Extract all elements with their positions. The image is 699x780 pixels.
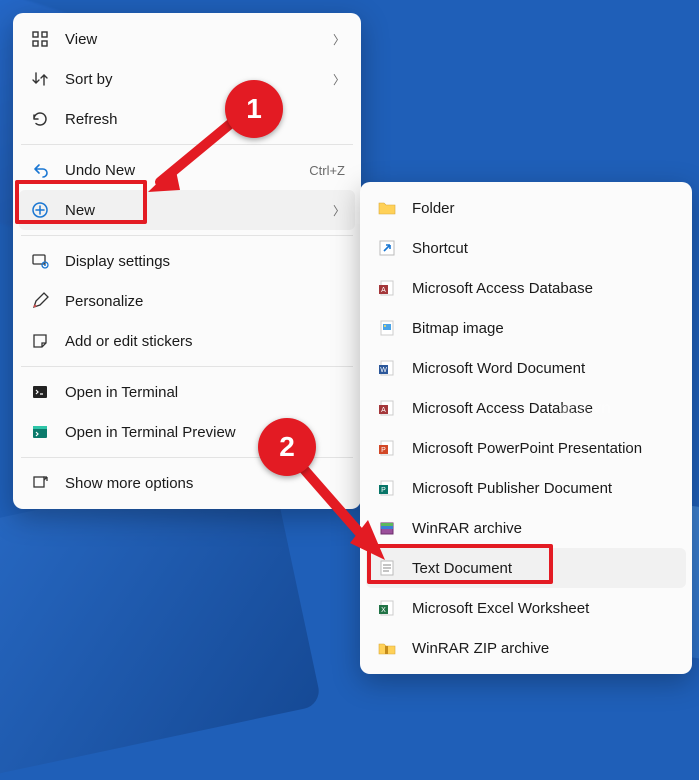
display-settings-icon [29, 250, 51, 272]
submenu-excel[interactable]: X Microsoft Excel Worksheet [366, 588, 686, 628]
view-icon [29, 28, 51, 50]
menu-view[interactable]: View 〉 [19, 19, 355, 59]
menu-sort[interactable]: Sort by 〉 [19, 59, 355, 99]
refresh-icon [29, 108, 51, 130]
watermark: one.vn [560, 400, 611, 418]
menu-label: Open in Terminal [65, 384, 345, 401]
submenu-winrar[interactable]: WinRAR archive [366, 508, 686, 548]
submenu-label: Microsoft Publisher Document [412, 480, 676, 497]
svg-text:P: P [381, 487, 386, 494]
submenu-access2[interactable]: A Microsoft Access Database [366, 388, 686, 428]
menu-label: Refresh [65, 111, 345, 128]
svg-text:W: W [380, 367, 387, 374]
submenu-label: Shortcut [412, 240, 676, 257]
word-icon: W [376, 357, 398, 379]
new-submenu: Folder Shortcut A Microsoft Access Datab… [360, 182, 692, 674]
separator [21, 144, 353, 145]
submenu-folder[interactable]: Folder [366, 188, 686, 228]
svg-text:P: P [381, 447, 386, 454]
svg-text:A: A [381, 287, 386, 294]
submenu-access[interactable]: A Microsoft Access Database [366, 268, 686, 308]
menu-stickers[interactable]: Add or edit stickers [19, 321, 355, 361]
menu-label: Personalize [65, 293, 345, 310]
submenu-publisher[interactable]: P Microsoft Publisher Document [366, 468, 686, 508]
terminal-icon [29, 381, 51, 403]
menu-personalize[interactable]: Personalize [19, 281, 355, 321]
menu-undo[interactable]: Undo New Ctrl+Z [19, 150, 355, 190]
publisher-icon: P [376, 477, 398, 499]
menu-label: Display settings [65, 253, 345, 270]
text-document-icon [376, 557, 398, 579]
shortcut-icon [376, 237, 398, 259]
menu-label: Sort by [65, 71, 333, 88]
submenu-word[interactable]: W Microsoft Word Document [366, 348, 686, 388]
bitmap-icon [376, 317, 398, 339]
submenu-label: Bitmap image [412, 320, 676, 337]
stickers-icon [29, 330, 51, 352]
terminal-preview-icon [29, 421, 51, 443]
personalize-icon [29, 290, 51, 312]
separator [21, 235, 353, 236]
menu-terminal[interactable]: Open in Terminal [19, 372, 355, 412]
shortcut-label: Ctrl+Z [309, 163, 345, 178]
menu-refresh[interactable]: Refresh [19, 99, 355, 139]
menu-label: Undo New [65, 162, 309, 179]
menu-label: View [65, 31, 333, 48]
submenu-label: Microsoft Word Document [412, 360, 676, 377]
folder-icon [376, 197, 398, 219]
undo-icon [29, 159, 51, 181]
submenu-label: WinRAR ZIP archive [412, 640, 676, 657]
winrar-icon [376, 517, 398, 539]
menu-label: Show more options [65, 475, 345, 492]
submenu-bitmap[interactable]: Bitmap image [366, 308, 686, 348]
submenu-label: Microsoft Access Database [412, 400, 676, 417]
menu-label: New [65, 202, 333, 219]
menu-display-settings[interactable]: Display settings [19, 241, 355, 281]
annotation-badge-1: 1 [225, 80, 283, 138]
submenu-winrar-zip[interactable]: WinRAR ZIP archive [366, 628, 686, 668]
submenu-label: WinRAR archive [412, 520, 676, 537]
svg-text:X: X [381, 607, 386, 614]
submenu-label: Folder [412, 200, 676, 217]
menu-new[interactable]: New 〉 [19, 190, 355, 230]
separator [21, 366, 353, 367]
menu-label: Add or edit stickers [65, 333, 345, 350]
submenu-label: Microsoft Excel Worksheet [412, 600, 676, 617]
powerpoint-icon: P [376, 437, 398, 459]
annotation-badge-2: 2 [258, 418, 316, 476]
submenu-powerpoint[interactable]: P Microsoft PowerPoint Presentation [366, 428, 686, 468]
chevron-right-icon: 〉 [333, 31, 345, 48]
excel-icon: X [376, 597, 398, 619]
svg-text:A: A [381, 407, 386, 414]
winrar-zip-icon [376, 637, 398, 659]
submenu-shortcut[interactable]: Shortcut [366, 228, 686, 268]
access-icon: A [376, 397, 398, 419]
submenu-text-document[interactable]: Text Document [366, 548, 686, 588]
chevron-right-icon: 〉 [333, 71, 345, 88]
chevron-right-icon: 〉 [333, 202, 345, 219]
access-icon: A [376, 277, 398, 299]
submenu-label: Microsoft Access Database [412, 280, 676, 297]
submenu-label: Microsoft PowerPoint Presentation [412, 440, 676, 457]
sort-icon [29, 68, 51, 90]
more-options-icon [29, 472, 51, 494]
submenu-label: Text Document [412, 560, 676, 577]
new-icon [29, 199, 51, 221]
